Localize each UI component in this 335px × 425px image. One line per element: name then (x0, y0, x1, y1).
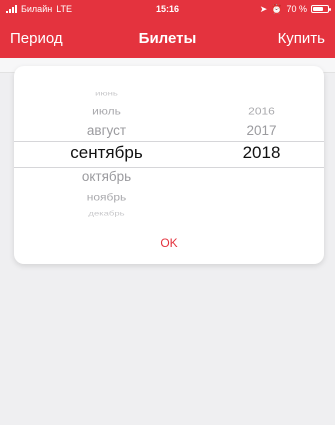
month-item[interactable]: июнь (14, 90, 199, 98)
top-bar: Билайн LTE 15:16 ➤ ⏰ 70 % Период Билеты … (0, 0, 335, 58)
month-item[interactable]: сентябрь (14, 143, 199, 163)
year-item[interactable]: 2017 (199, 123, 324, 139)
year-item[interactable]: 2018 (199, 143, 324, 163)
location-icon: ➤ (259, 4, 268, 14)
screen: Билайн LTE 15:16 ➤ ⏰ 70 % Период Билеты … (0, 0, 335, 425)
navigation-bar: Период Билеты Купить (0, 18, 335, 58)
ok-button[interactable]: OK (14, 236, 324, 250)
battery-percent: 70 % (286, 4, 307, 14)
year-item[interactable]: 2016 (199, 105, 324, 117)
selection-line-top (14, 141, 324, 142)
month-wheel[interactable]: июнь июль август сентябрь октябрь ноябрь декаб… (14, 66, 199, 222)
month-item[interactable]: июль (14, 105, 199, 117)
month-item[interactable]: август (14, 123, 199, 139)
battery-icon (311, 5, 331, 13)
month-item[interactable]: октябрь (14, 169, 199, 185)
status-bar: Билайн LTE 15:16 ➤ ⏰ 70 % (0, 0, 335, 18)
empty-content-area (0, 272, 335, 425)
year-wheel[interactable]: 2016 2017 2018 (199, 66, 324, 222)
month-item[interactable]: декабрь (14, 210, 199, 218)
selection-line-bottom (14, 167, 324, 168)
alarm-icon: ⏰ (271, 4, 283, 14)
buy-button[interactable]: Купить (278, 30, 325, 47)
date-picker-card: июнь июль август сентябрь октябрь ноябрь декаб… (14, 66, 324, 264)
status-right: ➤ ⏰ 70 % (259, 0, 331, 18)
month-item[interactable]: ноябрь (14, 191, 199, 203)
picker-wheels: июнь июль август сентябрь октябрь ноябрь декаб… (14, 66, 324, 222)
